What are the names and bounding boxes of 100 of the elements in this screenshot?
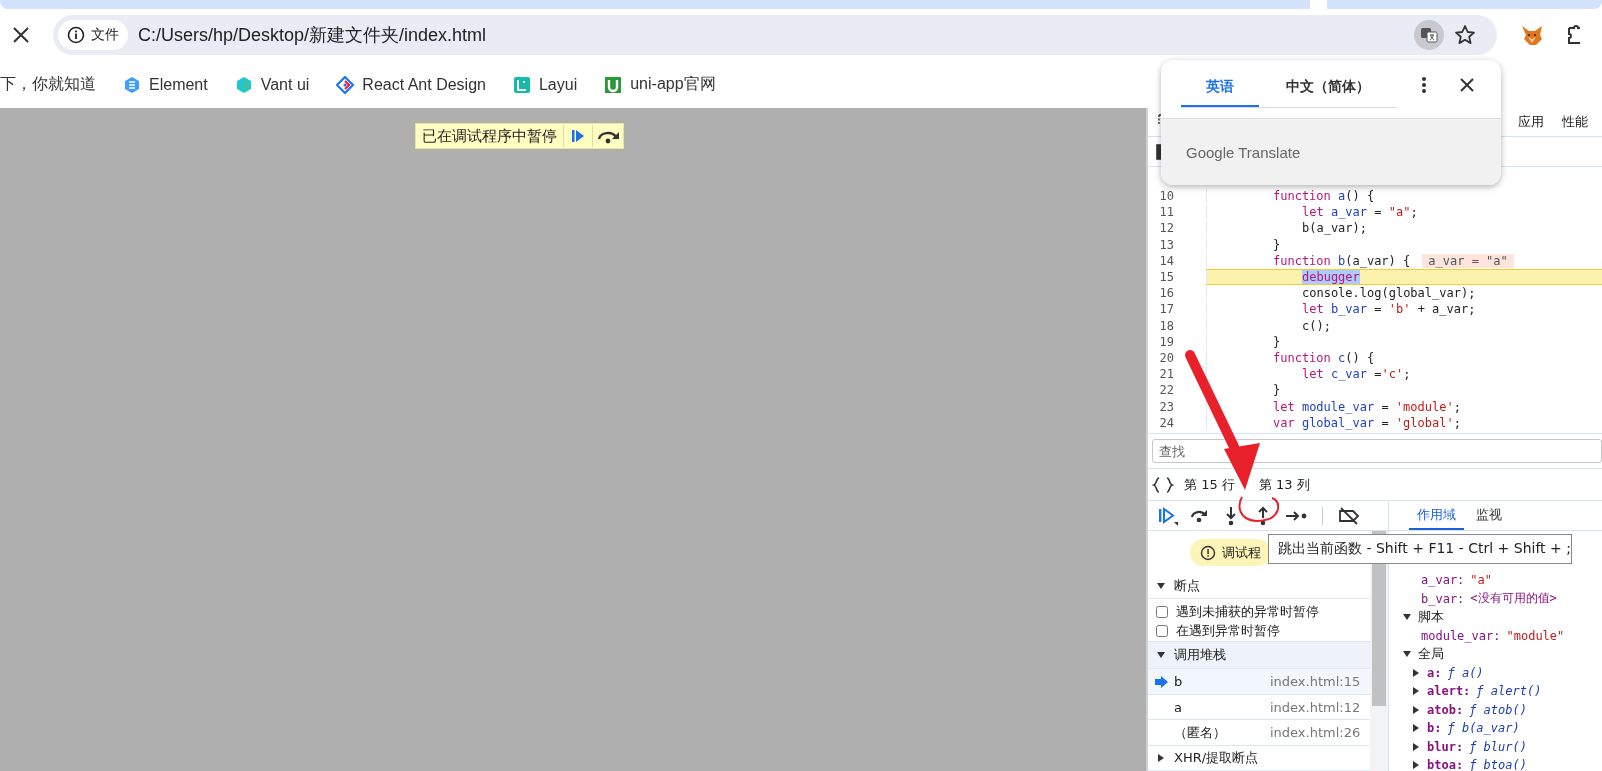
braces-icon[interactable] [1152, 476, 1174, 493]
puzzle-icon[interactable] [1568, 23, 1580, 47]
expanded-triangle-icon[interactable] [1156, 581, 1166, 591]
variable-name: btoa: [1427, 758, 1464, 771]
inline-value: a_var = "a" [1422, 253, 1514, 268]
variable-name: atob: [1427, 702, 1464, 717]
bookmark-link[interactable]: uni-app官网 [630, 74, 716, 95]
variable-value: ƒ alert() [1476, 684, 1542, 699]
collapsed-triangle-icon[interactable] [1411, 667, 1421, 678]
variable-name: b_var: [1421, 591, 1465, 606]
bookmark-link[interactable]: Layui [538, 75, 578, 94]
square-logo-icon[interactable] [604, 75, 623, 94]
paused-badge-label: 调试程 [1222, 543, 1261, 562]
cursor-position: 第 15 行 [1184, 475, 1235, 494]
option-label: 遇到未捕获的异常时暂停 [1176, 602, 1319, 621]
frame-location: index.html:15 [1270, 674, 1362, 690]
collapsed-triangle-icon[interactable] [1411, 704, 1421, 715]
variable-name: blur: [1427, 739, 1464, 754]
bookmark-link[interactable]: Vant ui [260, 75, 310, 94]
bookmark-link[interactable]: 下，你就知道 [0, 74, 96, 95]
code-line: let a_var = "a"; [1301, 205, 1418, 220]
frame-location: index.html:12 [1270, 699, 1362, 715]
code-line: function a() { [1273, 189, 1375, 204]
address-bar[interactable]: 文件 C:/Users/hp/Desktop/新建文件夹/index.html [53, 15, 1497, 55]
section-title[interactable]: 断点 [1174, 577, 1200, 595]
frame-name: b [1174, 674, 1184, 690]
checkbox[interactable] [1156, 625, 1168, 638]
line-number: 24 [1158, 415, 1174, 430]
tab[interactable]: 监视 [1468, 501, 1510, 530]
panel-tab[interactable]: 应用 [1518, 113, 1544, 131]
hexagon-icon[interactable] [123, 75, 141, 94]
variable-value: ƒ btoa() [1469, 758, 1527, 771]
resume-icon[interactable] [1156, 504, 1178, 527]
line-number: 18 [1158, 318, 1174, 333]
line-number: 12 [1158, 221, 1174, 236]
breakpoints-off-icon[interactable] [1337, 504, 1361, 527]
code-line: } [1273, 237, 1281, 252]
line-number: 19 [1158, 334, 1174, 349]
variable-value: ƒ blur() [1469, 739, 1527, 754]
checkbox[interactable] [1156, 605, 1168, 618]
panel-tab[interactable]: 性能 [1562, 113, 1588, 131]
pointer-arrow-icon [1154, 675, 1168, 688]
collapsed-triangle-icon[interactable] [1411, 723, 1421, 734]
translate-icon[interactable] [1414, 20, 1444, 50]
variable-value: ƒ b(a_var) [1447, 721, 1520, 736]
section-header[interactable]: 调用堆栈 [1148, 641, 1370, 670]
code-line: function b(a_var) { [1273, 253, 1411, 268]
variable-name: b: [1427, 721, 1442, 736]
paused-label: 已在调试程序中暂停 [421, 126, 558, 146]
section-title[interactable]: 调用堆栈 [1174, 646, 1226, 665]
scope-section-title[interactable]: 全局 [1418, 645, 1444, 664]
line-number: 17 [1158, 302, 1174, 317]
url-text: C:/Users/hp/Desktop/新建文件夹/index.html [138, 24, 487, 47]
info-icon [67, 26, 85, 44]
frame-name: a [1174, 699, 1183, 715]
tooltip: 跳出当前函数 - Shift + F11 - Ctrl + Shift + ; [1268, 534, 1572, 564]
collapsed-triangle-icon[interactable] [1156, 753, 1166, 763]
variable-name: a_var: [1421, 573, 1465, 588]
line-number: 22 [1158, 383, 1174, 398]
diamond-icon[interactable] [336, 75, 355, 94]
code-line: console.log(global_var); [1301, 286, 1476, 301]
fox-icon[interactable] [1520, 23, 1544, 47]
variable-name: module_var: [1421, 628, 1501, 643]
code-line: let b_var = 'b' + a_var; [1301, 302, 1476, 317]
section-title[interactable]: XHR/提取断点 [1174, 749, 1259, 767]
collapsed-triangle-icon[interactable] [1411, 686, 1421, 697]
variable-name: a: [1427, 665, 1442, 680]
close-icon[interactable] [1460, 78, 1474, 92]
scope-section-title[interactable]: 脚本 [1418, 608, 1444, 627]
tab[interactable]: 作用域 [1409, 501, 1464, 530]
close-icon[interactable] [11, 25, 31, 45]
bookmark-link[interactable]: React Ant Design [362, 75, 486, 94]
variable-value: ƒ atob() [1469, 702, 1527, 717]
collapsed-triangle-icon[interactable] [1411, 760, 1421, 771]
collapsed-triangle-icon[interactable] [1411, 741, 1421, 752]
language-tab[interactable]: 英语 [1181, 78, 1259, 107]
more-icon[interactable] [1421, 76, 1427, 94]
variable-name: alert: [1427, 684, 1471, 699]
code-line: b(a_var); [1301, 221, 1368, 236]
option-label: 在遇到异常时暂停 [1176, 622, 1280, 641]
info-icon [1200, 544, 1216, 561]
code-line: } [1273, 334, 1281, 349]
search-field[interactable]: 查找 [1152, 439, 1602, 463]
line-number: 11 [1158, 205, 1174, 220]
frame-name: （匿名） [1174, 723, 1227, 742]
line-number: 13 [1158, 237, 1174, 252]
star-icon[interactable] [1454, 24, 1476, 46]
code-line: let module_var = 'module'; [1273, 399, 1461, 414]
code-line: function c() { [1273, 350, 1375, 365]
security-chip[interactable]: 文件 [58, 20, 128, 50]
line-number: 14 [1158, 253, 1174, 268]
code-line: var global_var = 'global'; [1273, 415, 1461, 430]
code-line: c(); [1301, 318, 1331, 333]
variable-value: ƒ a() [1447, 665, 1484, 680]
line-number: 21 [1158, 367, 1174, 382]
language-tab[interactable]: 中文（简体） [1259, 78, 1397, 107]
code-line: } [1273, 383, 1281, 398]
line-number: 20 [1158, 350, 1174, 365]
bookmark-link[interactable]: Element [149, 75, 208, 94]
call-frame[interactable]: b index.html:15 [1148, 669, 1370, 695]
